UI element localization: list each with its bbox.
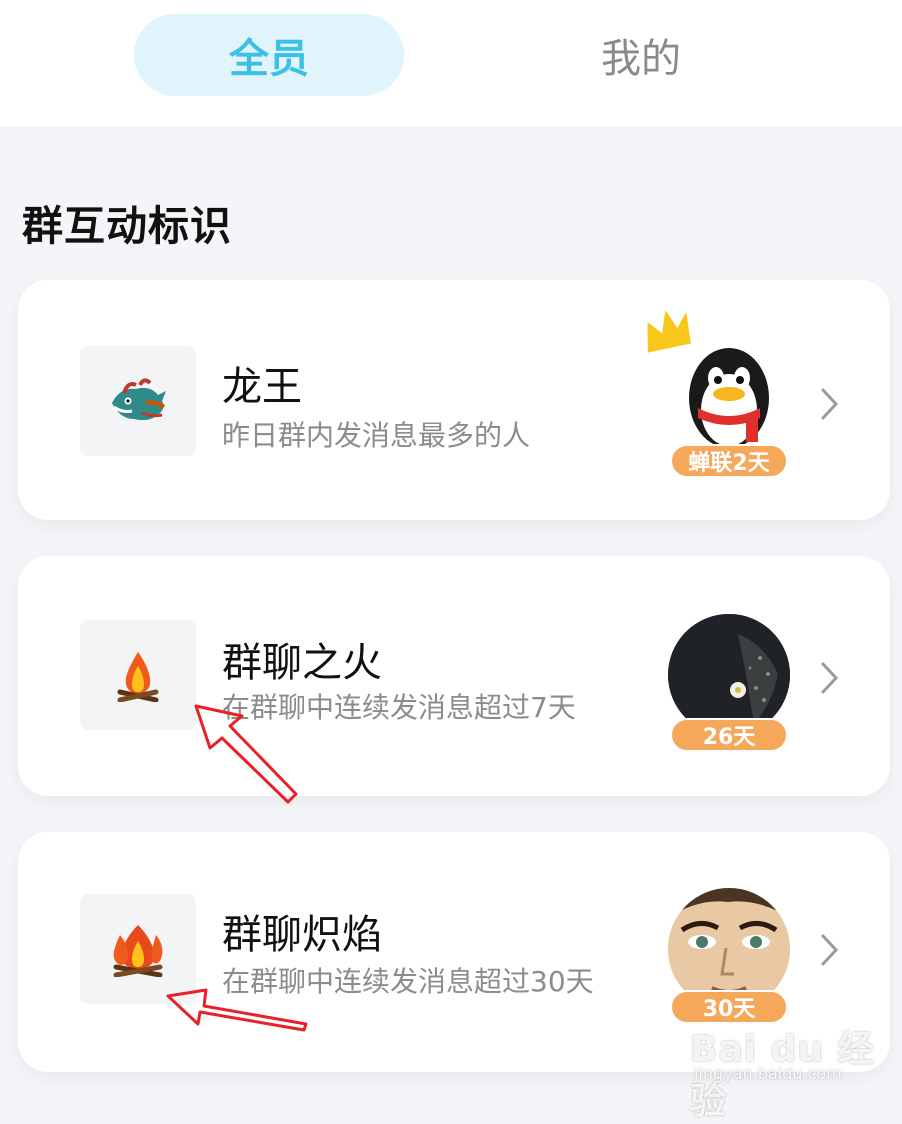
penguin-avatar (668, 338, 790, 460)
streak-badge: 30天 (670, 990, 788, 1024)
streak-badge: 26天 (670, 718, 788, 752)
card-description: 昨日群内发消息最多的人 (222, 419, 531, 452)
card-group-blaze[interactable]: 群聊炽焰 在群聊中连续发消息超过30天 30天 (18, 832, 890, 1072)
crown-icon (647, 310, 691, 353)
chevron-right-icon (821, 662, 839, 694)
tab-all[interactable]: 全员 (134, 14, 404, 96)
top-tab-bar: 全员 我的 (0, 0, 902, 126)
card-dragon-king[interactable]: 龙王 昨日群内发消息最多的人 蝉联2天 (18, 280, 890, 520)
card-description: 在群聊中连续发消息超过30天 (222, 965, 594, 998)
campfire-icon (80, 620, 196, 730)
streak-badge: 蝉联2天 (670, 444, 788, 478)
card-group-fire[interactable]: 群聊之火 在群聊中连续发消息超过7天 26天 (18, 556, 890, 796)
card-description: 在群聊中连续发消息超过7天 (222, 691, 576, 724)
chevron-right-icon (821, 388, 839, 420)
card-title: 龙王 (222, 364, 302, 410)
blazing-fire-icon (80, 894, 196, 1004)
section-title: 群互动标识 (22, 202, 232, 250)
tab-mine[interactable]: 我的 (506, 14, 776, 96)
card-title: 群聊之火 (222, 640, 382, 686)
chevron-right-icon (821, 934, 839, 966)
card-title: 群聊炽焰 (222, 912, 382, 958)
dragon-icon (80, 346, 196, 456)
